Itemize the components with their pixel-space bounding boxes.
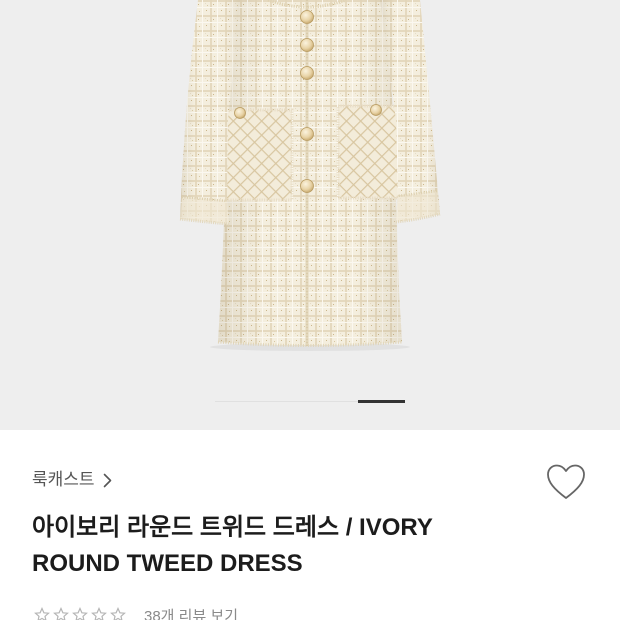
product-photo [179, 0, 441, 351]
coat-button [300, 38, 314, 52]
chevron-right-icon [103, 473, 112, 488]
wishlist-button[interactable] [544, 461, 588, 503]
pocket-button [370, 104, 382, 116]
star-icon [110, 607, 126, 620]
brand-name: 룩캐스트 [32, 470, 95, 489]
coat-button [300, 10, 314, 24]
left-pocket [222, 108, 294, 202]
rating-stars [34, 607, 129, 620]
product-image-carousel[interactable] [0, 0, 620, 430]
brand-link[interactable]: 룩캐스트 [32, 468, 112, 492]
star-icon [91, 607, 107, 620]
right-pocket [336, 104, 404, 200]
star-icon [34, 607, 50, 620]
product-detail-screen: 룩캐스트 아이보리 라운드 트위드 드레스 / IVORY ROUND TWEE… [0, 0, 620, 620]
pocket-button [234, 107, 246, 119]
review-count-label: 38개 리뷰 보기 [144, 608, 239, 620]
carousel-active-indicator [357, 400, 405, 403]
coat-button [300, 127, 314, 141]
product-title-line: ROUND TWEED DRESS [32, 550, 303, 577]
product-title: 아이보리 라운드 트위드 드레스 / IVORY ROUND TWEED DRE… [32, 510, 592, 582]
coat-button [300, 66, 314, 80]
product-title-line: 아이보리 라운드 트위드 드레스 / IVORY [32, 514, 433, 541]
star-icon [53, 607, 69, 620]
coat-button [300, 179, 314, 193]
carousel-indicator [215, 400, 405, 403]
star-icon [72, 607, 88, 620]
heart-icon [544, 461, 588, 503]
review-summary-link[interactable]: 38개 리뷰 보기 [34, 607, 334, 620]
